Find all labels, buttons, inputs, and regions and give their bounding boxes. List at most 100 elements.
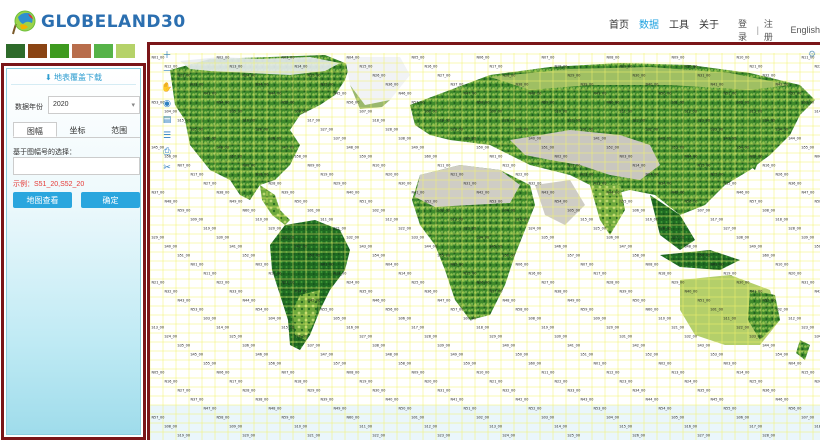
- confirm-button[interactable]: 确定: [81, 192, 140, 208]
- tile-label: N07_00: [282, 371, 295, 375]
- tile-label: S21_00: [334, 227, 346, 231]
- tile-label: S29_00: [490, 335, 502, 339]
- tile-grid: [150, 53, 820, 440]
- settings-icon[interactable]: ⚙: [806, 49, 818, 61]
- tile-label: N31_00: [464, 182, 477, 186]
- tile-label: S26_00: [633, 434, 645, 438]
- tile-label: N13_00: [568, 164, 581, 168]
- tile-label: N54_00: [217, 101, 230, 105]
- world-map[interactable]: N01_00 N02_00 N03_00 N04_00 N05_00 N06_00 N07_…: [150, 45, 820, 440]
- tile-label: N33_00: [191, 83, 204, 87]
- tile-label: S13_00: [490, 425, 502, 429]
- tile-label: S11_00: [724, 317, 736, 321]
- tile-label: N35_00: [698, 389, 711, 393]
- tile-label: N25_00: [711, 173, 724, 177]
- tile-label: N41_00: [750, 290, 763, 294]
- tile-label: N30_00: [737, 281, 750, 285]
- sheet-input[interactable]: [13, 157, 140, 175]
- tile-label: N20_00: [789, 272, 802, 276]
- tile-label: S40_00: [165, 245, 177, 249]
- legend-swatch: [28, 44, 47, 58]
- tile-label: N32_00: [165, 290, 178, 294]
- layers-icon[interactable]: ☰: [161, 129, 173, 142]
- nav-tools[interactable]: 工具: [669, 16, 689, 31]
- tile-label: S17_00: [308, 119, 320, 123]
- tile-label: N57_00: [451, 308, 464, 312]
- measure-icon[interactable]: ✂: [161, 161, 173, 174]
- tile-label: S37_00: [308, 344, 320, 348]
- tile-label: S15_00: [282, 326, 294, 330]
- tab-extent[interactable]: 范围: [98, 122, 140, 137]
- tile-label: S28_00: [386, 128, 398, 132]
- tile-label: N36_00: [789, 182, 802, 186]
- tile-label: N16_00: [529, 272, 542, 276]
- tile-label: N27_00: [542, 281, 555, 285]
- tile-label: N39_00: [282, 191, 295, 195]
- hand-icon[interactable]: ✋: [161, 81, 173, 94]
- tile-label: N04_00: [386, 263, 399, 267]
- tile-label: N53_00: [594, 407, 607, 411]
- tile-label: N02_00: [256, 263, 269, 267]
- tile-label: N57_00: [750, 200, 763, 204]
- tile-label: N40_00: [347, 191, 360, 195]
- zoom-out-icon[interactable]: －: [161, 65, 173, 78]
- tile-label: N34_00: [659, 182, 672, 186]
- tile-label: S44_00: [763, 344, 775, 348]
- tile-label: S35_00: [204, 137, 216, 141]
- download-icon: ⬇: [45, 73, 52, 82]
- print-icon[interactable]: ⎙: [161, 145, 173, 158]
- tab-sheet[interactable]: 图幅: [13, 122, 57, 137]
- logo[interactable]: GLOBELAND30: [10, 8, 186, 36]
- tile-label: N30_00: [399, 182, 412, 186]
- tile-label: N41_00: [412, 191, 425, 195]
- tile-label: S01_00: [711, 308, 723, 312]
- tile-label: S55_00: [204, 362, 216, 366]
- zoom-in-icon[interactable]: ＋: [161, 49, 173, 62]
- tile-label: N21_00: [750, 65, 763, 69]
- tile-label: S52_00: [607, 146, 619, 150]
- register-link[interactable]: 注册: [764, 17, 778, 43]
- tile-label: N14_00: [399, 272, 412, 276]
- tile-label: S30_00: [217, 236, 229, 240]
- tile-label: N43_00: [542, 191, 555, 195]
- tile-label: S56_00: [503, 254, 515, 258]
- tile-label: N02_00: [659, 362, 672, 366]
- tab-coordinate[interactable]: 坐标: [57, 122, 99, 137]
- tile-label: N51_00: [360, 200, 373, 204]
- tile-label: S25_00: [191, 128, 203, 132]
- tile-label: N40_00: [646, 83, 659, 87]
- tile-label: N33_00: [594, 182, 607, 186]
- tile-label: N06_00: [477, 56, 490, 60]
- tile-label: N49_00: [594, 92, 607, 96]
- nav-about[interactable]: 关于: [699, 16, 719, 31]
- tile-label: N32_00: [529, 182, 542, 186]
- tile-label: S27_00: [321, 128, 333, 132]
- tile-label: N52_00: [763, 299, 776, 303]
- tile-label: N17_00: [230, 380, 243, 384]
- tile-label: N50_00: [633, 299, 646, 303]
- layer-icon[interactable]: ▤: [161, 113, 173, 126]
- tile-label: N08_00: [243, 164, 256, 168]
- tile-label: S09_00: [191, 218, 203, 222]
- year-select[interactable]: 2020 ▾: [48, 96, 140, 114]
- tile-label: N30_00: [633, 74, 646, 78]
- login-link[interactable]: 登录: [738, 17, 752, 43]
- tile-label: N31_00: [438, 389, 451, 393]
- map-view-button[interactable]: 地图查看: [13, 192, 72, 208]
- tile-label: S19_00: [178, 434, 190, 438]
- nav-home[interactable]: 首页: [609, 16, 629, 31]
- map-view[interactable]: N01_00 N02_00 N03_00 N04_00 N05_00 N06_00 N07_…: [147, 42, 820, 440]
- tile-label: S05_00: [672, 416, 684, 420]
- tile-label: S30_00: [555, 335, 567, 339]
- tile-label: S03_00: [542, 416, 554, 420]
- tile-label: S20_00: [503, 119, 515, 123]
- tile-label: N13_00: [334, 272, 347, 276]
- tile-label: S33_00: [750, 335, 762, 339]
- nav-data[interactable]: 数据: [639, 16, 659, 31]
- tile-label: S29_00: [451, 128, 463, 132]
- language-link[interactable]: English: [790, 25, 820, 35]
- tile-label: N28_00: [503, 74, 516, 78]
- tile-label: S03_00: [204, 317, 216, 321]
- globe-icon[interactable]: ◉: [161, 97, 173, 110]
- tile-label: N42_00: [815, 290, 820, 294]
